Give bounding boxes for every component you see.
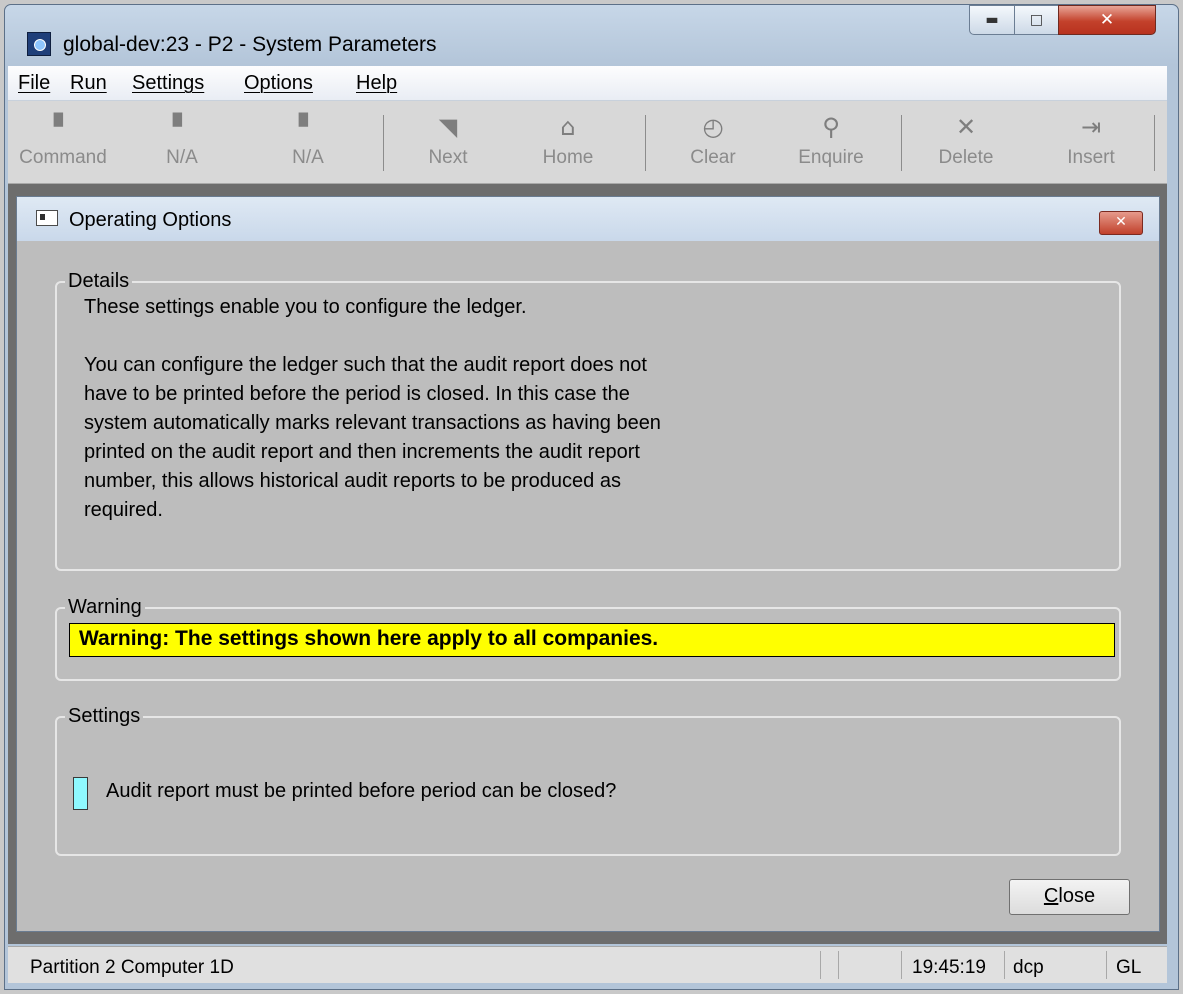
toolbar-separator bbox=[901, 115, 902, 171]
toolbar-label: Enquire bbox=[798, 147, 864, 168]
status-module: GL bbox=[1116, 957, 1142, 978]
toolbar-enquire-button[interactable]: ⚲ Enquire bbox=[786, 109, 876, 169]
title-bar[interactable]: global-dev:23 - P2 - System Parameters ▬… bbox=[5, 5, 1178, 67]
minimize-button[interactable]: ▬ bbox=[969, 5, 1015, 35]
dialog-title-bar[interactable]: Operating Options ✕ bbox=[17, 197, 1159, 241]
menu-bar: File Run Settings Options Help bbox=[8, 66, 1167, 101]
warning-text: Warning: The settings shown here apply t… bbox=[79, 627, 659, 650]
maximize-button[interactable]: □ bbox=[1014, 5, 1059, 35]
toolbar-f2-button[interactable]: ▘ N/A bbox=[152, 109, 212, 169]
toolbar-home-button[interactable]: ⌂ Home bbox=[533, 109, 603, 169]
details-group-label: Details bbox=[65, 270, 133, 293]
details-line: have to be printed before the period is … bbox=[84, 383, 630, 405]
status-divider bbox=[820, 951, 821, 979]
status-divider bbox=[1106, 951, 1107, 979]
warning-group: Warning Warning: The settings shown here… bbox=[55, 596, 1121, 681]
dialog-title: Operating Options bbox=[69, 209, 232, 231]
toolbar-separator bbox=[645, 115, 646, 171]
home-icon: ⌂ bbox=[560, 113, 576, 141]
maximize-icon: □ bbox=[1029, 12, 1044, 28]
menu-run[interactable]: Run bbox=[70, 72, 107, 95]
toolbar-label: N/A bbox=[166, 147, 198, 168]
window-close-button[interactable]: ✕ bbox=[1058, 5, 1156, 35]
delete-x-icon: ✕ bbox=[955, 113, 977, 141]
menu-help[interactable]: Help bbox=[356, 72, 397, 95]
toolbar-label: Next bbox=[428, 147, 468, 168]
toolbar-label: Clear bbox=[690, 147, 736, 168]
f2-key-icon: ▘ bbox=[172, 113, 192, 141]
app-icon[interactable] bbox=[27, 32, 51, 56]
toolbar-delete-button[interactable]: ✕ Delete bbox=[926, 109, 1006, 169]
details-line: system automatically marks relevant tran… bbox=[84, 412, 661, 434]
details-line: required. bbox=[84, 499, 163, 521]
operating-options-dialog: Operating Options ✕ Details These settin… bbox=[16, 196, 1160, 932]
dialog-window-icon bbox=[36, 210, 58, 226]
details-intro: These settings enable you to configure t… bbox=[84, 296, 527, 318]
menu-file[interactable]: File bbox=[18, 72, 50, 95]
close-icon: ✕ bbox=[1115, 214, 1127, 230]
toolbar-separator bbox=[383, 115, 384, 171]
close-button-mnemonic: C bbox=[1043, 885, 1059, 907]
status-partition: Partition 2 Computer 1D bbox=[30, 957, 234, 978]
toolbar-label: N/A bbox=[292, 147, 324, 168]
f3-key-icon: ▘ bbox=[298, 113, 318, 141]
close-button[interactable]: Close bbox=[1009, 879, 1130, 915]
window-title: global-dev:23 - P2 - System Parameters bbox=[63, 33, 437, 56]
toolbar-f3-button[interactable]: ▘ N/A bbox=[278, 109, 338, 169]
status-divider bbox=[838, 951, 839, 979]
status-user: dcp bbox=[1013, 957, 1044, 978]
settings-group-label: Settings bbox=[65, 705, 144, 728]
toolbar-command-button[interactable]: ▘ Command bbox=[8, 109, 118, 169]
close-button-label: lose bbox=[1058, 885, 1096, 907]
menu-options[interactable]: Options bbox=[244, 72, 313, 95]
insert-icon: ⇥ bbox=[1080, 113, 1102, 141]
status-divider bbox=[901, 951, 902, 979]
minimize-icon: ▬ bbox=[985, 12, 999, 28]
settings-group: Settings Audit report must be printed be… bbox=[55, 705, 1121, 856]
toolbar-separator bbox=[1154, 115, 1155, 171]
details-text: These settings enable you to configure t… bbox=[84, 293, 904, 525]
clear-icon: ◴ bbox=[702, 113, 724, 141]
audit-report-checkbox-label[interactable]: Audit report must be printed before peri… bbox=[106, 780, 616, 803]
toolbar: ▘ Command ▘ N/A ▘ N/A ◥ Next ⌂ Home ◴ Cl… bbox=[8, 101, 1167, 184]
toolbar-clear-button[interactable]: ◴ Clear bbox=[678, 109, 748, 169]
warning-banner: Warning: The settings shown here apply t… bbox=[69, 623, 1115, 657]
status-time: 19:45:19 bbox=[912, 957, 986, 978]
dialog-close-x-button[interactable]: ✕ bbox=[1099, 211, 1143, 235]
toolbar-next-button[interactable]: ◥ Next bbox=[418, 109, 478, 169]
next-page-icon: ◥ bbox=[438, 113, 458, 141]
details-line: number, this allows historical audit rep… bbox=[84, 470, 621, 492]
status-divider bbox=[1004, 951, 1005, 979]
menu-settings[interactable]: Settings bbox=[132, 72, 204, 95]
toolbar-label: Insert bbox=[1067, 147, 1115, 168]
toolbar-label: Command bbox=[19, 147, 107, 168]
toolbar-label: Home bbox=[542, 147, 594, 168]
details-line: printed on the audit report and then inc… bbox=[84, 441, 640, 463]
toolbar-insert-button[interactable]: ⇥ Insert bbox=[1051, 109, 1131, 169]
warning-group-label: Warning bbox=[65, 596, 145, 619]
details-line: You can configure the ledger such that t… bbox=[84, 354, 647, 376]
close-icon: ✕ bbox=[1099, 10, 1115, 30]
magnifier-icon: ⚲ bbox=[822, 113, 840, 141]
audit-report-checkbox[interactable] bbox=[73, 777, 88, 810]
f1-key-icon: ▘ bbox=[53, 113, 73, 141]
toolbar-label: Delete bbox=[938, 147, 994, 168]
status-bar: Partition 2 Computer 1D 19:45:19 dcp GL bbox=[8, 946, 1167, 983]
details-paragraph: You can configure the ledger such that t… bbox=[84, 351, 904, 525]
details-group: Details These settings enable you to con… bbox=[55, 270, 1121, 571]
